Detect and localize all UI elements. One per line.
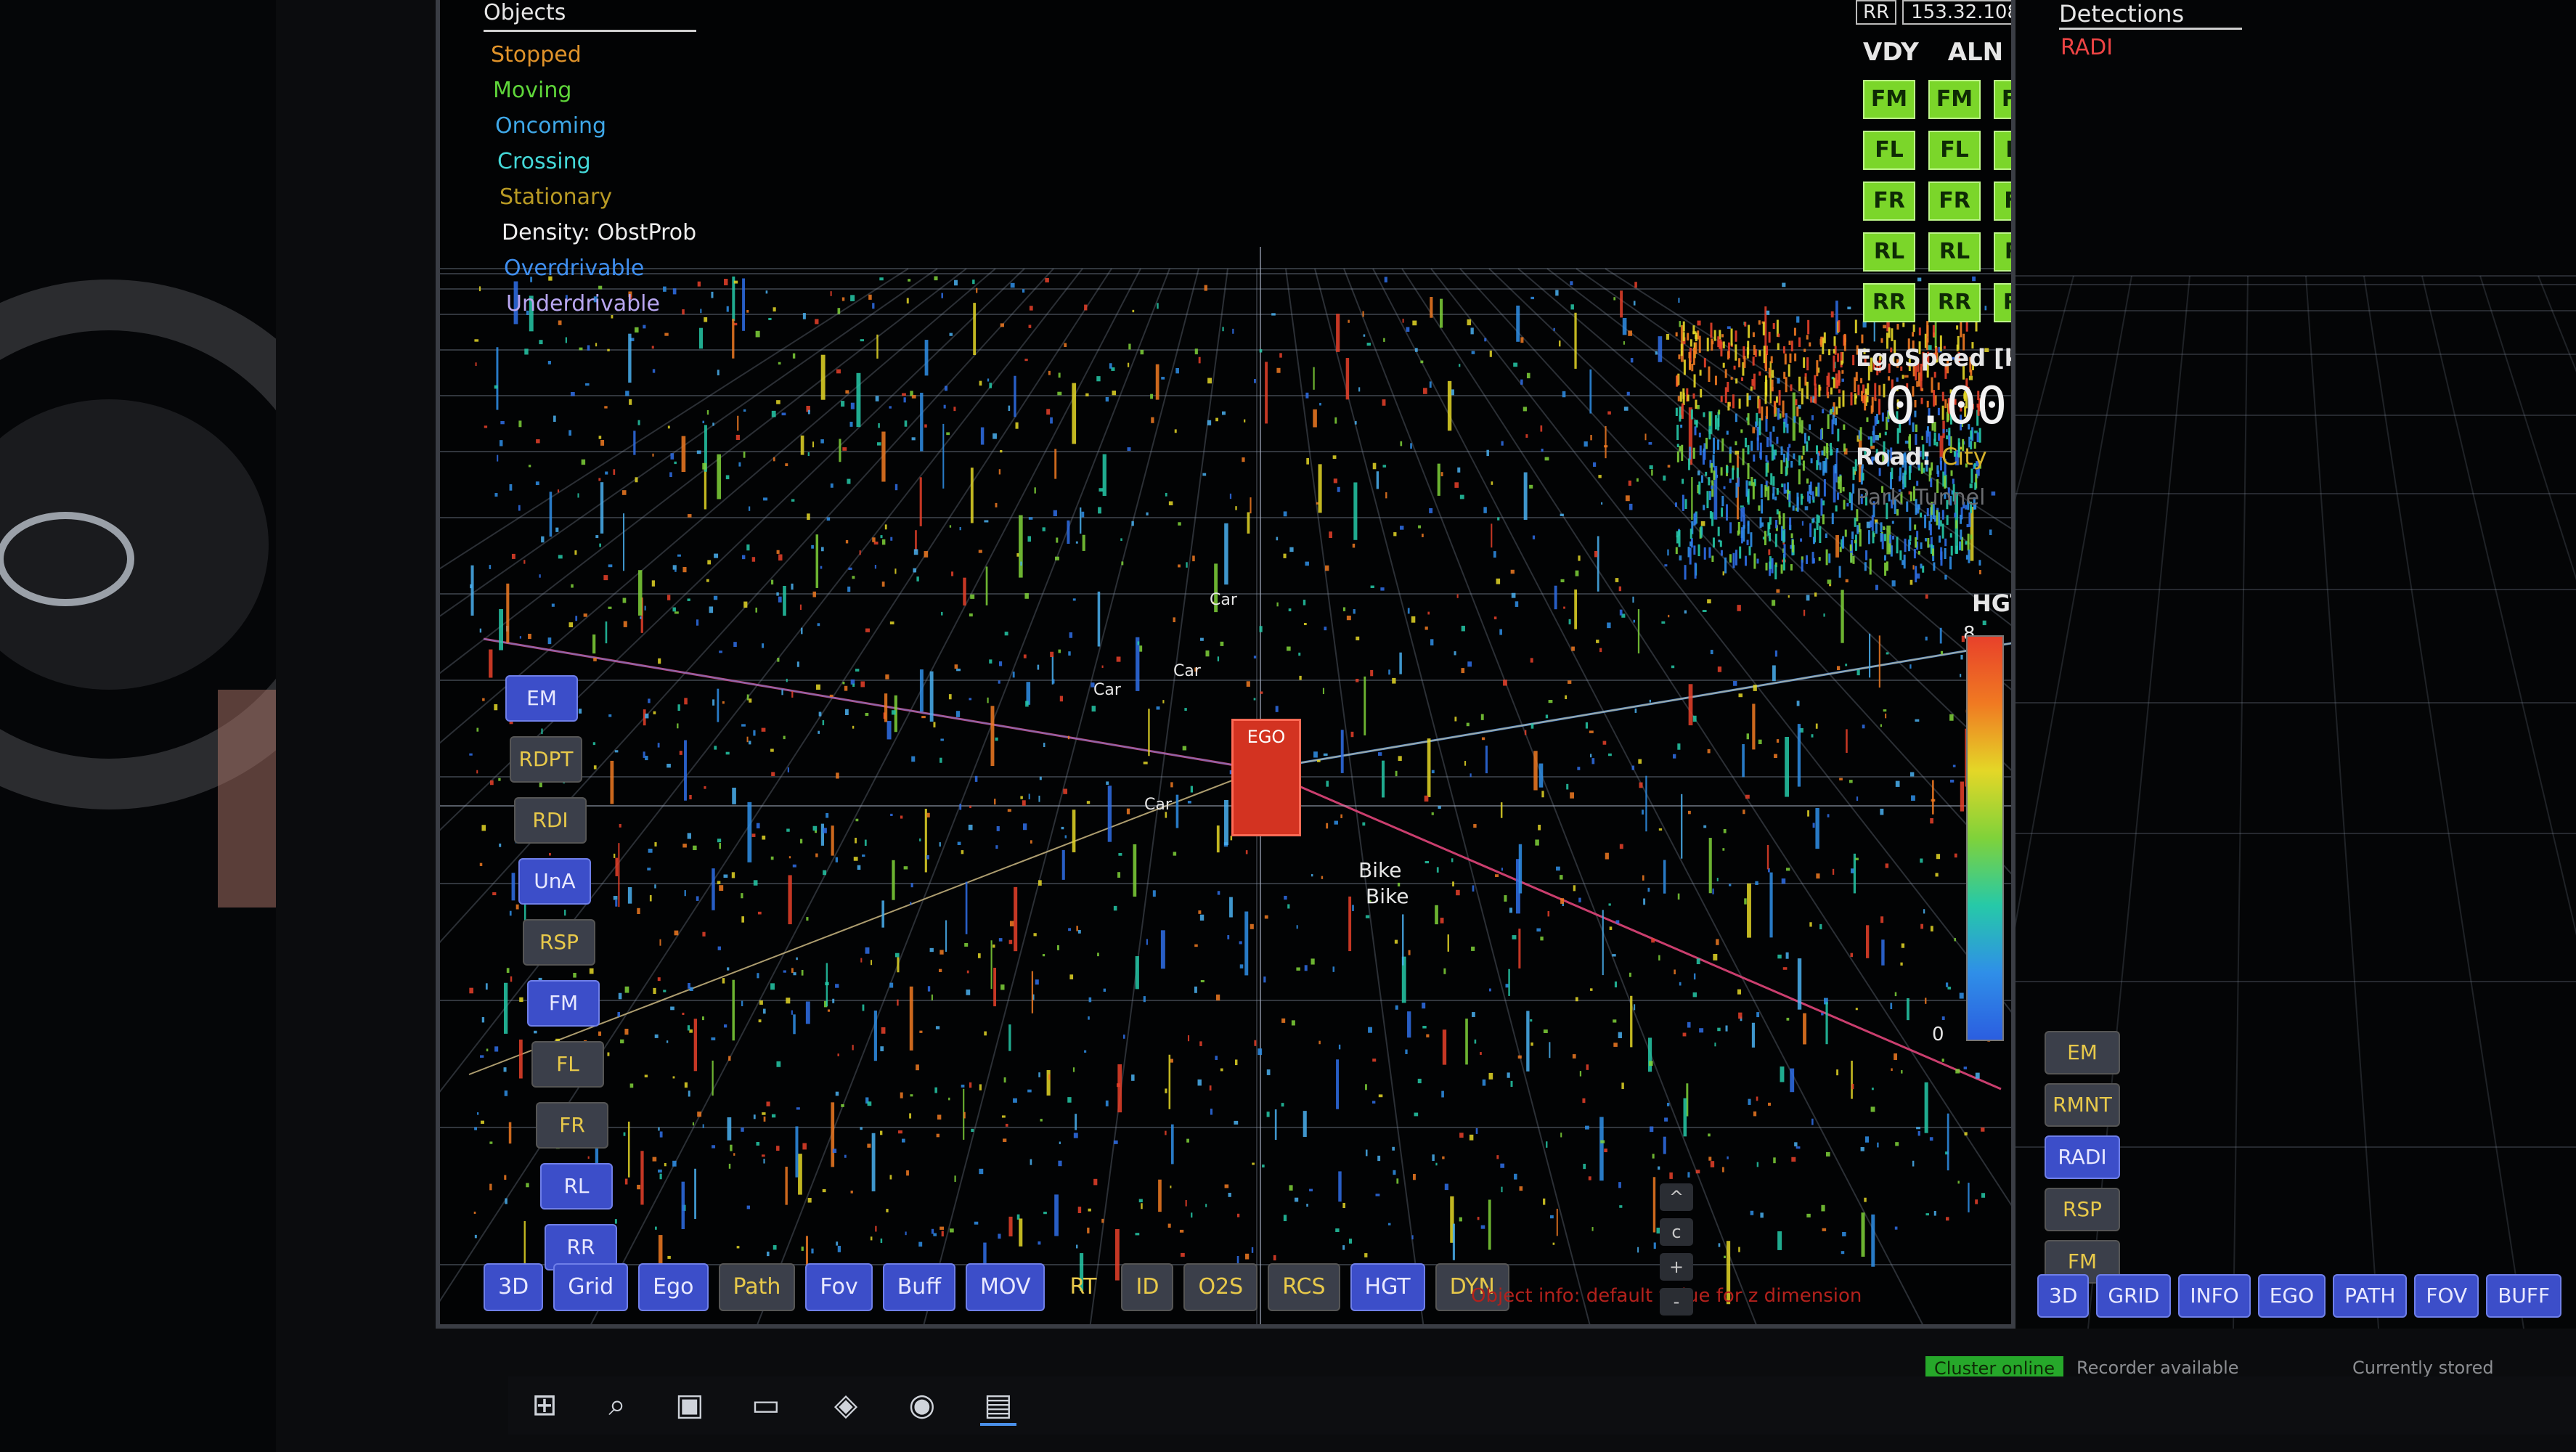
toggle-una-button[interactable]: UnA [518, 858, 591, 905]
legend-item[interactable]: Stopped [491, 42, 696, 68]
detections-title: Detections [2059, 0, 2243, 30]
toggle-fov-button[interactable]: FOV [2414, 1274, 2479, 1318]
camera-nav-buttons: ^ c + - [1660, 1183, 1696, 1323]
toggle-fr-button[interactable]: FR [536, 1102, 608, 1149]
camera-nav-button[interactable]: - [1660, 1288, 1693, 1316]
sensor-status-aln-fm[interactable]: FM [1928, 80, 1981, 119]
toggle-rdpt-button[interactable]: RDPT [510, 736, 582, 783]
toggle-path-button[interactable]: PATH [2333, 1274, 2408, 1318]
right-view-toggles: 3DGRIDINFOEGOPATHFOVBUFFRT [2037, 1274, 2576, 1318]
toggle-o2s-button[interactable]: O2S [1183, 1263, 1258, 1311]
hgt-color-scale [1966, 635, 2004, 1041]
legend-item[interactable]: Stationary [500, 184, 696, 210]
toggle-rt-button[interactable]: RT [1055, 1263, 1111, 1311]
toggle-rdi-button[interactable]: RDI [514, 797, 587, 844]
car-label: Car [1144, 796, 1172, 814]
toggle-path-button[interactable]: Path [718, 1263, 796, 1311]
main-visualization-panel: Objects Stopped Moving Oncoming Crossing Sta… [436, 0, 2040, 1329]
camera-nav-button[interactable]: c [1660, 1218, 1693, 1246]
toggle-3d-button[interactable]: 3D [484, 1263, 544, 1311]
network-app-icon[interactable]: ◈ [828, 1387, 864, 1423]
windows-taskbar [508, 1376, 2576, 1435]
toggle-3d-button[interactable]: 3D [2037, 1274, 2090, 1318]
toggle-rcs-button[interactable]: RCS [1268, 1263, 1340, 1311]
sensor-status-aln-rl[interactable]: RL [1928, 232, 1981, 272]
sensor-status-vdy-fm[interactable]: FM [1863, 80, 1915, 119]
toggle-buff-button[interactable]: BUFF [2486, 1274, 2562, 1318]
toggle-fl-button[interactable]: FL [531, 1041, 604, 1088]
sensor-status-vdy-rr[interactable]: RR [1863, 283, 1915, 322]
view-toggle-bar: 3D Grid Ego Path Fov Buff MOV RT ID O2S RCS HGT DYN [484, 1263, 1509, 1311]
toggle-em-button[interactable]: EM [2045, 1031, 2120, 1074]
sensor-status-vdy-fl[interactable]: FL [1863, 131, 1915, 170]
terminal-icon[interactable]: ▭ [748, 1387, 784, 1423]
ego-label: EGO [1247, 727, 1286, 747]
toggle-grid-button[interactable]: GRID [2096, 1274, 2172, 1318]
right-layer-toggles: EM RMNT RADI RSP FM [2045, 1031, 2120, 1292]
toggle-rmnt-button[interactable]: RMNT [2045, 1083, 2120, 1127]
toggle-buff-button[interactable]: Buff [882, 1263, 955, 1311]
legend-title: Objects [484, 0, 697, 32]
chrome-icon[interactable]: ◉ [904, 1387, 940, 1423]
sensor-status-vdy-fr[interactable]: FR [1863, 182, 1915, 221]
ego-vehicle-marker: EGO [1231, 719, 1301, 836]
park-label: Park [1856, 485, 1903, 510]
windows-start-icon[interactable]: ⊞ [526, 1387, 563, 1423]
car-label: Car [1093, 681, 1121, 699]
car-label: Car [1210, 591, 1237, 609]
legend-item[interactable]: Underdrivable [506, 291, 696, 317]
toggle-rt-button[interactable]: RT [2569, 1274, 2576, 1318]
sensor-status-vdy-rl[interactable]: RL [1863, 232, 1915, 272]
toggle-rl-button[interactable]: RL [540, 1163, 613, 1210]
legend-item[interactable]: Moving [493, 78, 696, 103]
toggle-mov-button[interactable]: MOV [965, 1263, 1046, 1311]
car-label: Car [1173, 662, 1201, 680]
status-column-header: VDY [1863, 38, 1919, 67]
legend-item[interactable]: Density: ObstProb [502, 220, 696, 245]
status-column-header: ALN [1947, 38, 2004, 67]
sensor-status-aln-fl[interactable]: FL [1928, 131, 1981, 170]
visualizer-app-icon[interactable]: ▤ [980, 1387, 1016, 1426]
hgt-min-label: 0 [1932, 1024, 1944, 1045]
toggle-fov-button[interactable]: Fov [805, 1263, 873, 1311]
toggle-radi-button[interactable]: RADI [2045, 1135, 2120, 1179]
legend-item[interactable]: Oncoming [495, 113, 696, 139]
layer-toggle-column: EM RDPT RDI UnA RSP FM FL FR RL RR [505, 675, 617, 1285]
toggle-id-button[interactable]: ID [1121, 1263, 1174, 1311]
detections-panel: Detections RADI EM RMNT RADI RSP FM 3D GRID IN… [2011, 0, 2576, 1329]
sensor-status-aln-rr[interactable]: RR [1928, 283, 1981, 322]
toggle-ego-button[interactable]: Ego [638, 1263, 709, 1311]
camera-nav-button[interactable]: + [1660, 1253, 1693, 1281]
toggle-grid-button[interactable]: Grid [553, 1263, 629, 1311]
toggle-em-button[interactable]: EM [505, 675, 578, 722]
park-value: Tunnel [1914, 485, 1986, 510]
road-label: Road: [1856, 443, 1931, 470]
toggle-rsp-button[interactable]: RSP [2045, 1188, 2120, 1231]
camera-nav-button[interactable]: ^ [1660, 1183, 1693, 1211]
task-view-icon[interactable]: ▣ [672, 1387, 708, 1423]
toggle-info-button[interactable]: INFO [2178, 1274, 2251, 1318]
legend-item[interactable]: Overdrivable [504, 256, 696, 281]
toggle-rsp-button[interactable]: RSP [523, 919, 595, 966]
toggle-ego-button[interactable]: EGO [2257, 1274, 2326, 1318]
radi-label: RADI [2061, 35, 2114, 60]
recorder-status: Recorder available [2076, 1358, 2239, 1378]
road-value: City [1941, 443, 1987, 470]
ip-tag: RR [1856, 0, 1897, 25]
bike-label: Bike [1358, 858, 1402, 882]
objects-legend: Objects Stopped Moving Oncoming Crossing Sta… [484, 0, 697, 317]
toggle-fm-button[interactable]: FM [527, 980, 600, 1027]
legend-item[interactable]: Crossing [497, 149, 696, 174]
sensor-status-aln-fr[interactable]: FR [1928, 182, 1981, 221]
bike-label: Bike [1366, 884, 1409, 908]
search-icon[interactable]: ⌕ [599, 1387, 635, 1423]
toggle-hgt-button[interactable]: HGT [1350, 1263, 1425, 1311]
